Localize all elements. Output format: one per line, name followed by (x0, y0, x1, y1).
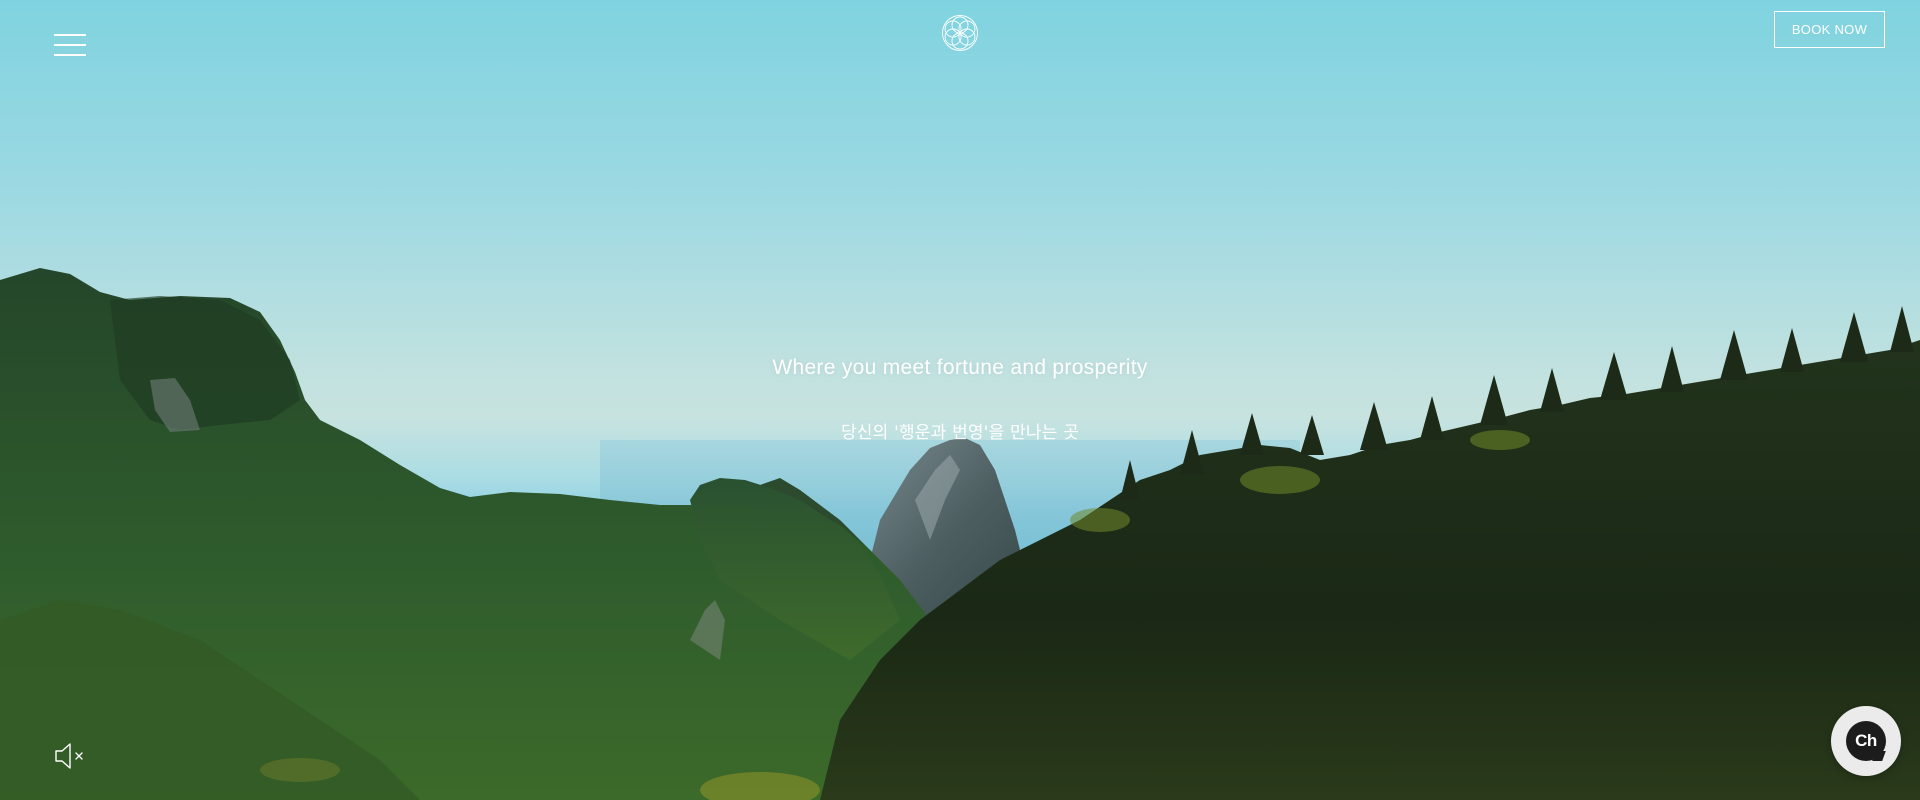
flower-logo-icon[interactable] (940, 13, 980, 53)
chat-support-button[interactable]: Ch (1831, 706, 1901, 776)
chat-bubble-icon: Ch (1846, 721, 1886, 761)
book-now-button[interactable]: BOOK NOW (1774, 11, 1885, 48)
menu-line (54, 44, 86, 46)
hero-background-landscape (0, 268, 1920, 800)
menu-line (54, 54, 86, 56)
chat-label: Ch (1855, 731, 1877, 750)
menu-line (54, 34, 86, 36)
hero-section: BOOK NOW Where you meet fortune and pros… (0, 0, 1920, 800)
hero-headline: Where you meet fortune and prosperity (772, 356, 1148, 379)
speaker-muted-icon[interactable] (54, 741, 88, 771)
hamburger-menu-icon[interactable] (54, 34, 86, 56)
hero-subheadline: 당신의 '행운과 번영'을 만나는 곳 (840, 423, 1080, 443)
